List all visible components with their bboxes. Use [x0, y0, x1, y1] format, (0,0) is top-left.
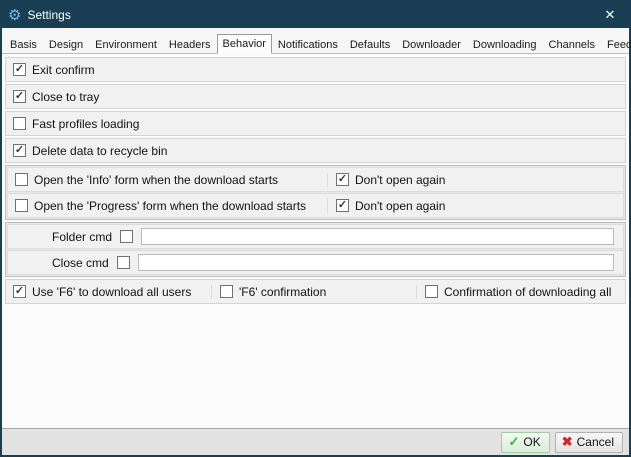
folder-cmd-input[interactable] — [141, 228, 614, 245]
row-close-cmd: Close cmd — [7, 250, 624, 275]
checkbox-box — [13, 117, 26, 130]
row-folder-cmd: Folder cmd — [7, 224, 624, 249]
cancel-x-icon: ✖ — [562, 435, 573, 448]
checkbox-box — [15, 173, 28, 186]
checkbox-box — [220, 285, 233, 298]
tab-basis[interactable]: Basis — [4, 35, 43, 54]
row-open-info-form: Open the 'Info' form when the download s… — [7, 167, 624, 192]
cancel-button-label: Cancel — [577, 435, 614, 449]
group-cmd-options: Folder cmd Close cmd — [5, 222, 626, 277]
checkbox-label: Fast profiles loading — [32, 117, 139, 131]
close-cmd-label: Close cmd — [52, 256, 109, 270]
checkbox-box: ✓ — [13, 63, 26, 76]
checkbox-label: Don't open again — [355, 173, 445, 187]
checkbox-box — [425, 285, 438, 298]
checkbox-label: Don't open again — [355, 199, 445, 213]
row-fast-profiles: Fast profiles loading — [5, 111, 626, 136]
checkbox-fast-profiles-loading[interactable]: Fast profiles loading — [13, 117, 139, 131]
close-cmd-input[interactable] — [138, 254, 614, 271]
checkbox-delete-to-recycle-bin[interactable]: ✓ Delete data to recycle bin — [13, 144, 167, 158]
checkbox-use-f6-download-all[interactable]: ✓ Use 'F6' to download all users — [13, 285, 211, 299]
row-delete-recycle: ✓ Delete data to recycle bin — [5, 138, 626, 163]
tab-design[interactable]: Design — [43, 35, 89, 54]
checkbox-open-info-form[interactable]: Open the 'Info' form when the download s… — [15, 173, 327, 187]
ok-check-icon: ✓ — [508, 435, 519, 448]
checkbox-label: Close to tray — [32, 90, 99, 104]
tab-channels[interactable]: Channels — [543, 35, 601, 54]
row-f6-options: ✓ Use 'F6' to download all users 'F6' co… — [5, 279, 626, 304]
group-form-open-options: Open the 'Info' form when the download s… — [5, 165, 626, 220]
checkbox-close-to-tray[interactable]: ✓ Close to tray — [13, 90, 99, 104]
tab-downloading[interactable]: Downloading — [467, 35, 543, 54]
row-open-progress-form: Open the 'Progress' form when the downlo… — [7, 193, 624, 218]
checkbox-box — [15, 199, 28, 212]
checkbox-box: ✓ — [336, 173, 349, 186]
checkbox-close-cmd[interactable] — [117, 256, 130, 269]
checkbox-confirmation-downloading-all[interactable]: Confirmation of downloading all — [416, 285, 618, 299]
row-close-to-tray: ✓ Close to tray — [5, 84, 626, 109]
checkbox-label: Confirmation of downloading all — [444, 285, 611, 299]
window-title: Settings — [27, 8, 70, 22]
ok-button[interactable]: ✓ OK — [501, 432, 549, 453]
checkbox-info-dont-open-again[interactable]: ✓ Don't open again — [327, 173, 616, 187]
checkbox-open-progress-form[interactable]: Open the 'Progress' form when the downlo… — [15, 199, 327, 213]
checkbox-box: ✓ — [13, 285, 26, 298]
titlebar: ⚙ Settings ✕ — [2, 2, 629, 28]
checkbox-label: Open the 'Info' form when the download s… — [34, 173, 278, 187]
tab-bar: Basis Design Environment Headers Behavio… — [2, 28, 629, 54]
tab-headers[interactable]: Headers — [163, 35, 217, 54]
close-icon[interactable]: ✕ — [595, 4, 625, 26]
checkbox-exit-confirm[interactable]: ✓ Exit confirm — [13, 63, 95, 77]
folder-cmd-label: Folder cmd — [52, 230, 112, 244]
checkbox-label: Open the 'Progress' form when the downlo… — [34, 199, 306, 213]
footer-bar: ✓ OK ✖ Cancel — [2, 428, 629, 455]
checkbox-label: 'F6' confirmation — [239, 285, 326, 299]
checkbox-box: ✓ — [13, 144, 26, 157]
gear-icon: ⚙ — [8, 8, 21, 23]
checkbox-folder-cmd[interactable] — [120, 230, 133, 243]
checkbox-box — [117, 256, 130, 269]
tab-feed[interactable]: Feed — [601, 35, 631, 54]
settings-dialog: ⚙ Settings ✕ Basis Design Environment He… — [0, 0, 631, 457]
tab-notifications[interactable]: Notifications — [272, 35, 344, 54]
tab-defaults[interactable]: Defaults — [344, 35, 396, 54]
tab-environment[interactable]: Environment — [89, 35, 163, 54]
empty-area — [5, 306, 626, 425]
ok-button-label: OK — [523, 435, 540, 449]
checkbox-f6-confirmation[interactable]: 'F6' confirmation — [211, 285, 416, 299]
checkbox-label: Exit confirm — [32, 63, 95, 77]
checkbox-box: ✓ — [13, 90, 26, 103]
tab-behavior[interactable]: Behavior — [217, 34, 272, 54]
checkbox-progress-dont-open-again[interactable]: ✓ Don't open again — [327, 199, 616, 213]
tab-downloader[interactable]: Downloader — [396, 35, 467, 54]
checkbox-label: Delete data to recycle bin — [32, 144, 167, 158]
row-exit-confirm: ✓ Exit confirm — [5, 57, 626, 82]
checkbox-label: Use 'F6' to download all users — [32, 285, 191, 299]
behavior-tab-panel: ✓ Exit confirm ✓ Close to tray Fast prof… — [2, 54, 629, 428]
checkbox-box — [120, 230, 133, 243]
checkbox-box: ✓ — [336, 199, 349, 212]
cancel-button[interactable]: ✖ Cancel — [555, 432, 623, 453]
